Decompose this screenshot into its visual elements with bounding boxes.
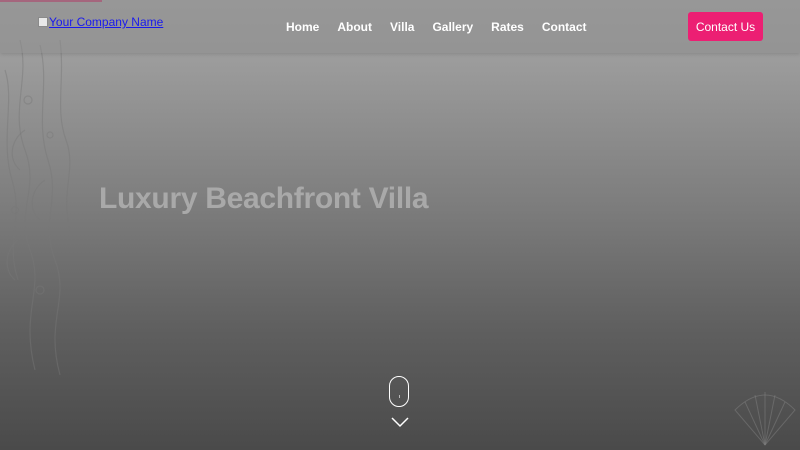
nav-item-rates[interactable]: Rates xyxy=(491,20,524,34)
main-nav: Home About Villa Gallery Rates Contact xyxy=(286,20,605,34)
seaweed-decoration-icon xyxy=(4,40,71,376)
company-logo-link[interactable]: Your Company Name xyxy=(38,15,163,29)
nav-item-about[interactable]: About xyxy=(337,20,372,34)
contact-us-button[interactable]: Contact Us xyxy=(688,12,763,41)
nav-item-villa[interactable]: Villa xyxy=(390,20,414,34)
mouse-wheel xyxy=(398,395,400,398)
nav-item-contact[interactable]: Contact xyxy=(542,20,587,34)
hero-title: Luxury Beachfront Villa xyxy=(99,182,429,215)
broken-image-icon xyxy=(38,17,48,27)
nav-item-home[interactable]: Home xyxy=(286,20,319,34)
nav-item-gallery[interactable]: Gallery xyxy=(432,20,473,34)
logo-alt-text[interactable]: Your Company Name xyxy=(49,15,163,29)
seashell-decoration-icon xyxy=(734,392,796,446)
page: Your Company Name Home About Villa Galle… xyxy=(0,0,800,450)
chevron-down-icon[interactable] xyxy=(390,416,410,428)
mouse-scroll-icon[interactable] xyxy=(389,376,409,407)
navbar: Your Company Name Home About Villa Galle… xyxy=(0,0,800,53)
